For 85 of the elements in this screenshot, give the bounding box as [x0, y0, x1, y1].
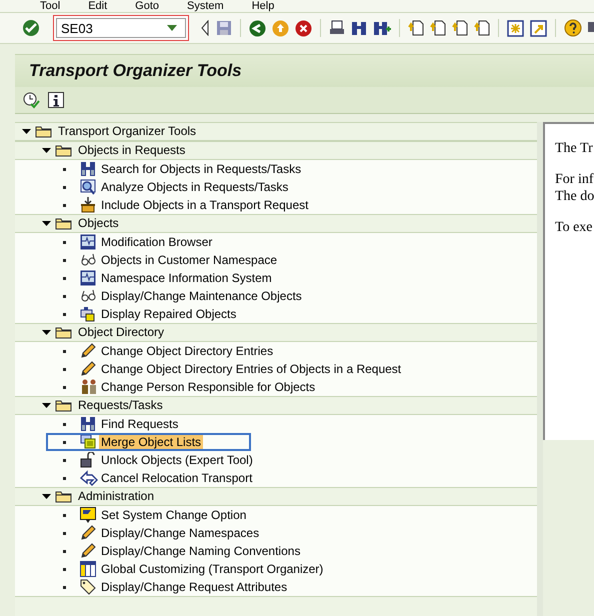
print-icon[interactable]	[329, 20, 346, 36]
tag-icon	[80, 579, 96, 595]
monitor-icon	[80, 234, 96, 250]
glasses-icon	[80, 252, 96, 268]
stacked-windows-icon	[80, 434, 96, 450]
folder-icon	[55, 144, 72, 157]
tree-item[interactable]: Find Requests	[99, 416, 180, 432]
command-field[interactable]: SE03	[56, 18, 186, 38]
info-text: The do	[555, 188, 594, 205]
execute-icon[interactable]	[23, 92, 40, 108]
info-icon[interactable]	[48, 92, 64, 108]
screen-title: Transport Organizer Tools	[29, 61, 242, 81]
bullet-icon	[63, 204, 66, 206]
expand-icon[interactable]	[42, 492, 51, 501]
info-text: For inf	[555, 171, 594, 188]
bullet-icon	[63, 258, 66, 262]
bullet-icon	[63, 294, 66, 298]
binoculars-icon	[80, 161, 96, 177]
expand-icon[interactable]	[42, 146, 51, 155]
page-icon[interactable]	[408, 20, 424, 36]
bullet-icon	[63, 586, 66, 588]
flag-screen-icon	[80, 507, 96, 523]
menu-item[interactable]: Tool	[40, 0, 60, 12]
padlock-icon	[80, 452, 96, 468]
bullet-icon	[63, 476, 66, 480]
bullet-icon	[63, 312, 66, 316]
new-session-icon[interactable]	[507, 20, 524, 36]
bullet-icon	[63, 440, 66, 444]
box-arrow-icon	[80, 197, 96, 213]
cancel-icon[interactable]	[295, 20, 312, 36]
bullet-icon	[63, 368, 66, 370]
folder-icon	[35, 125, 52, 138]
folder-icon	[55, 326, 72, 339]
bullet-icon	[63, 276, 66, 280]
bullet-icon	[63, 186, 66, 188]
shortcut-icon[interactable]	[530, 20, 548, 36]
tree-folder[interactable]: Requests/Tasks	[76, 397, 165, 414]
expand-icon[interactable]	[42, 219, 51, 228]
bullet-icon	[63, 550, 66, 552]
save-icon[interactable]	[216, 20, 232, 36]
bullet-icon	[63, 386, 66, 388]
expand-icon[interactable]	[22, 127, 31, 136]
magnifier-icon	[80, 179, 96, 195]
menu-item[interactable]: Goto	[135, 0, 160, 12]
pencil-icon	[80, 361, 96, 377]
folder-icon	[55, 399, 72, 412]
pencil-icon	[80, 343, 96, 359]
bullet-icon	[63, 350, 66, 352]
bullet-icon	[63, 514, 66, 516]
windows-icon	[80, 306, 96, 322]
people-icon	[80, 379, 98, 395]
page-icon[interactable]	[474, 20, 490, 36]
enter-check-icon[interactable]	[22, 19, 40, 37]
bullet-icon	[63, 458, 66, 462]
tree-folder[interactable]: Object Directory	[76, 324, 166, 341]
bullet-icon	[63, 168, 66, 170]
tree-folder[interactable]: Administration	[76, 488, 156, 505]
info-text: The Tr	[555, 140, 594, 157]
dropdown-icon[interactable]	[167, 25, 178, 31]
page-icon[interactable]	[430, 20, 446, 36]
folder-icon	[55, 490, 72, 503]
pencil-icon	[80, 543, 96, 559]
tree-folder[interactable]: Objects in Requests	[76, 142, 188, 159]
bullet-icon	[63, 532, 66, 534]
glasses-icon	[80, 288, 96, 304]
monitor-icon	[80, 270, 96, 286]
folder-icon	[55, 217, 72, 230]
find-icon[interactable]	[351, 20, 368, 36]
back-icon[interactable]	[249, 20, 266, 36]
bullet-icon	[63, 422, 66, 426]
expand-icon[interactable]	[42, 328, 51, 337]
menu-item[interactable]: System	[187, 0, 224, 12]
binoculars-icon	[80, 416, 96, 432]
menu-item[interactable]: Help	[252, 0, 274, 12]
pencil-icon	[80, 525, 96, 541]
menu-item[interactable]: Edit	[88, 0, 108, 12]
bullet-icon	[63, 240, 66, 244]
bullet-icon	[63, 568, 66, 570]
tree-folder[interactable]: Objects	[76, 215, 121, 232]
collapse-icon[interactable]	[200, 20, 210, 36]
help-icon[interactable]	[564, 19, 582, 37]
page-icon[interactable]	[452, 20, 468, 36]
info-text: To exe	[555, 219, 594, 236]
find-next-icon[interactable]	[373, 20, 392, 36]
expand-icon[interactable]	[42, 401, 51, 410]
